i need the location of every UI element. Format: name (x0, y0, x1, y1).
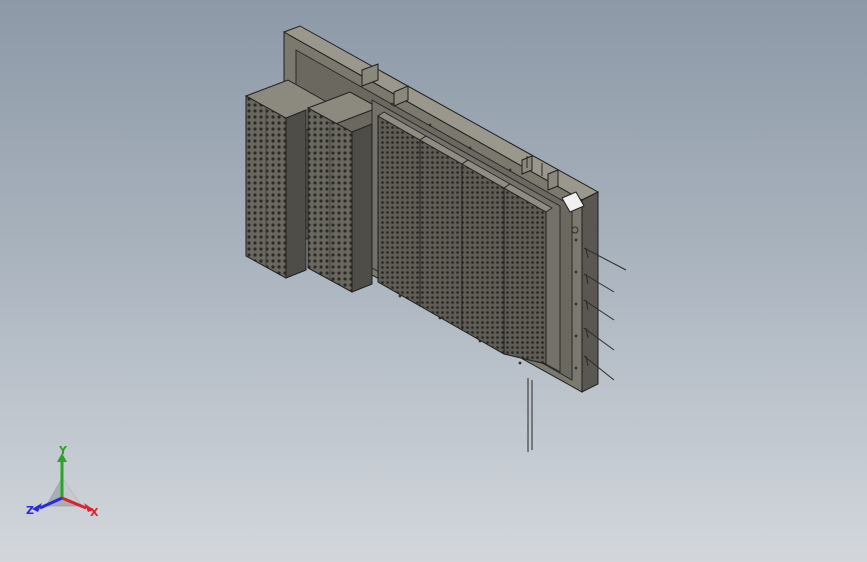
3d-model[interactable] (0, 0, 867, 562)
y-axis-label: Y (58, 446, 68, 457)
view-orientation-triad[interactable]: Y X Z (26, 446, 106, 526)
z-axis-label: Z (26, 504, 34, 517)
protruding-cell-blocks (244, 79, 373, 293)
graphics-viewport[interactable]: Y X Z (0, 0, 867, 562)
x-axis-label: X (90, 506, 99, 519)
